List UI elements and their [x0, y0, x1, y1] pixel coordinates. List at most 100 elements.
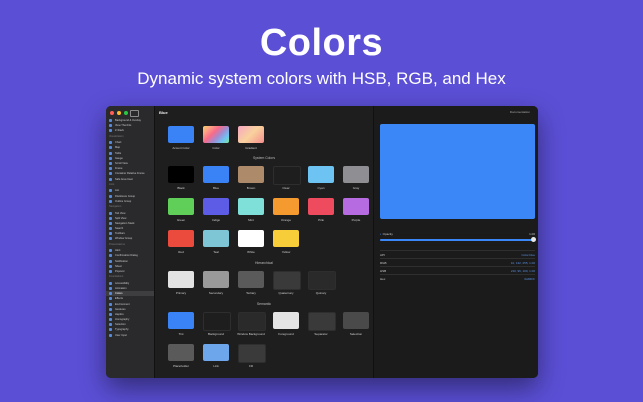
- color-swatch[interactable]: [203, 198, 229, 215]
- sidebar-item-label: Map: [115, 146, 121, 150]
- color-swatch[interactable]: [308, 271, 336, 290]
- color-swatch-label: Color: [212, 146, 220, 150]
- color-swatch[interactable]: [273, 230, 299, 247]
- sidebar-item-label: Notification: [115, 259, 128, 263]
- sidebar-item-icon: [109, 269, 112, 273]
- color-preview: [380, 124, 535, 219]
- color-swatch[interactable]: [203, 126, 229, 143]
- app-window: Background & Overlay View That Fits Z-Stac…: [106, 106, 538, 378]
- sidebar-item-icon: [109, 151, 112, 155]
- sidebar-item-icon: [109, 259, 112, 263]
- info-row-value[interactable]: Color.blue: [521, 253, 535, 257]
- sidebar-item-icon: [109, 281, 112, 285]
- opacity-slider[interactable]: [380, 237, 536, 242]
- documentation-link[interactable]: Documentation: [510, 110, 530, 114]
- color-swatch[interactable]: [238, 126, 264, 143]
- opacity-slider-knob[interactable]: [531, 237, 536, 242]
- color-swatch-label: Indigo: [211, 218, 221, 222]
- color-swatch[interactable]: [238, 344, 266, 363]
- color-swatch[interactable]: [168, 166, 194, 183]
- color-swatch[interactable]: [273, 271, 301, 290]
- color-swatch[interactable]: [238, 271, 264, 288]
- sidebar-item-icon: [109, 307, 112, 311]
- minimize-button[interactable]: [117, 111, 121, 115]
- color-swatch-label: Link: [213, 364, 219, 368]
- sidebar-item-label: Selection: [115, 323, 126, 327]
- sidebar-item-icon: [109, 141, 112, 145]
- window-title: Blue: [159, 110, 168, 115]
- color-swatch[interactable]: [273, 166, 301, 185]
- sidebar-item-label: Toolbars: [115, 232, 125, 236]
- sidebar-item-icon: [109, 292, 112, 296]
- color-swatch-label: Foreground: [278, 332, 294, 336]
- opacity-icon: ◐: [380, 232, 382, 236]
- sidebar-item-label: Search: [115, 227, 124, 231]
- color-swatch-label: Secondary: [208, 291, 224, 295]
- color-swatch[interactable]: [203, 166, 229, 183]
- color-swatch[interactable]: [238, 312, 266, 331]
- sidebar-section-title: Foundations: [109, 275, 124, 279]
- close-button[interactable]: [110, 111, 114, 115]
- color-swatch-label: Orange: [280, 218, 291, 222]
- color-swatch-label: Gray: [352, 186, 360, 190]
- info-row-key: Hex: [380, 277, 386, 281]
- sidebar-item-label: Frame: [115, 167, 123, 171]
- sidebar-item-label: Sheet: [115, 264, 122, 268]
- sidebar-item-label: Popover: [115, 269, 125, 273]
- color-swatch[interactable]: [168, 198, 194, 215]
- sidebar-item-icon: [109, 297, 112, 301]
- sidebar-item-icon: [109, 156, 112, 160]
- sidebar-item-icon: [109, 199, 112, 203]
- section-title: Semantic: [256, 302, 272, 306]
- zoom-button[interactable]: [124, 111, 128, 115]
- color-swatch-label: White: [247, 250, 255, 254]
- color-swatch[interactable]: [308, 166, 334, 183]
- sidebar-item-icon: [109, 211, 112, 215]
- color-swatch[interactable]: [343, 312, 369, 329]
- color-swatch[interactable]: [168, 126, 194, 143]
- color-swatch[interactable]: [168, 230, 194, 247]
- sidebar-item-icon: [109, 189, 112, 193]
- sidebar-item-icon: [109, 129, 112, 133]
- sidebar-item-label: Chart: [115, 141, 122, 145]
- sidebar-item-icon: [109, 323, 112, 327]
- color-swatch[interactable]: [168, 271, 194, 288]
- sidebar-toggle-icon[interactable]: [130, 110, 139, 117]
- sidebar-item-label: Disclosure Group: [115, 194, 136, 198]
- color-swatch[interactable]: [308, 198, 334, 215]
- color-swatch-label: Purple: [351, 218, 361, 222]
- sidebar-item-icon: [109, 216, 112, 220]
- sidebar-item-icon: [109, 318, 112, 322]
- color-swatch[interactable]: [343, 166, 369, 183]
- color-swatch[interactable]: [273, 312, 299, 329]
- sidebar-item-label: List: [115, 189, 120, 193]
- sidebar-item-icon: [109, 172, 112, 176]
- info-row-value[interactable]: 10, 132, 255, 1.00: [511, 261, 535, 265]
- color-swatch[interactable]: [203, 312, 231, 331]
- color-swatch[interactable]: [238, 230, 264, 247]
- color-swatch[interactable]: [308, 312, 336, 331]
- color-swatch[interactable]: [203, 271, 229, 288]
- sidebar-item-label: Environment: [115, 302, 130, 306]
- color-swatch[interactable]: [168, 344, 194, 361]
- color-swatch[interactable]: [273, 198, 299, 215]
- color-swatch[interactable]: [203, 230, 229, 247]
- color-swatch[interactable]: [203, 344, 229, 361]
- color-swatch-label: Tertiary: [246, 291, 256, 295]
- color-swatch[interactable]: [168, 312, 194, 329]
- color-swatch[interactable]: [238, 166, 264, 183]
- sidebar-item-label: Colors: [115, 292, 123, 296]
- color-swatch[interactable]: [343, 198, 369, 215]
- sidebar-item-label: Background & Overlay: [115, 119, 141, 123]
- sidebar-item-icon: [109, 264, 112, 268]
- sidebar-item-label: Outline Group: [115, 199, 132, 203]
- sidebar-section-title: Presentations: [109, 242, 125, 246]
- info-row-value[interactable]: 210, 96, 100, 1.00: [511, 269, 535, 273]
- color-swatch-label: Green: [176, 218, 186, 222]
- sidebar-item-icon: [109, 177, 112, 181]
- sidebar-item-icon: [109, 221, 112, 225]
- color-swatch[interactable]: [238, 198, 264, 215]
- sidebar-item-label: Navigation Stack: [115, 221, 135, 225]
- sidebar-item[interactable]: User Input: [106, 333, 154, 338]
- info-row-value[interactable]: 0A84FF: [524, 277, 535, 281]
